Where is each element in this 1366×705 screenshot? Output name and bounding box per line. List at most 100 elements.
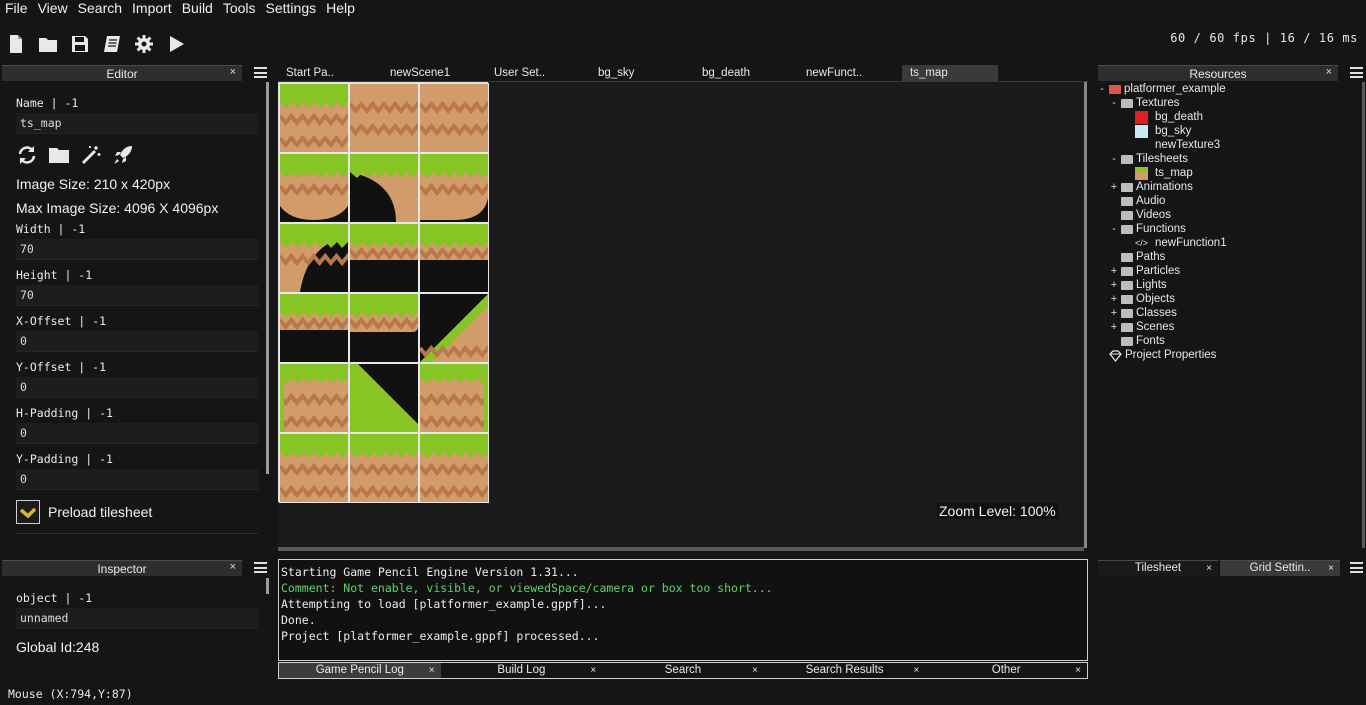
tile-grid[interactable] bbox=[278, 82, 489, 503]
editor-menu-icon[interactable] bbox=[254, 67, 267, 78]
scene-tab[interactable]: Start Pa.. bbox=[278, 65, 382, 81]
inspector-menu-icon[interactable] bbox=[254, 562, 267, 573]
tree-node[interactable]: - platformer_example bbox=[1098, 82, 1225, 96]
tile[interactable] bbox=[349, 223, 419, 293]
tree-node[interactable]: - Textures bbox=[1110, 96, 1179, 110]
tab-grid-settings[interactable]: Grid Settin.. × bbox=[1220, 560, 1340, 576]
tile[interactable] bbox=[419, 363, 489, 433]
scene-tab[interactable]: bg_sky bbox=[590, 65, 694, 81]
close-log-tab-icon[interactable]: × bbox=[1075, 663, 1081, 678]
menu-settings[interactable]: Settings bbox=[261, 0, 322, 18]
resources-scrollbar[interactable] bbox=[1362, 82, 1365, 548]
tile[interactable] bbox=[279, 153, 349, 223]
folder-icon[interactable] bbox=[48, 144, 70, 166]
tile[interactable] bbox=[349, 153, 419, 223]
tree-node[interactable]: Project Properties bbox=[1098, 348, 1216, 362]
scene-tab[interactable]: ts_map bbox=[902, 65, 998, 81]
play-button[interactable] bbox=[160, 30, 192, 58]
tree-node[interactable]: </> newFunction1 bbox=[1124, 236, 1227, 250]
close-resources-icon[interactable]: × bbox=[1326, 66, 1332, 78]
tree-node[interactable]: + Scenes bbox=[1110, 320, 1175, 334]
tree-toggle[interactable]: - bbox=[1110, 97, 1118, 109]
menu-tools[interactable]: Tools bbox=[218, 0, 261, 18]
tree-toggle[interactable]: - bbox=[1098, 83, 1106, 95]
menu-help[interactable]: Help bbox=[321, 0, 360, 18]
width-field[interactable]: 70 bbox=[16, 239, 258, 260]
scene-tab[interactable]: newScene1 bbox=[382, 65, 486, 81]
tile[interactable] bbox=[279, 223, 349, 293]
resources-menu-icon[interactable] bbox=[1350, 67, 1363, 78]
tree-toggle[interactable]: + bbox=[1110, 307, 1118, 319]
tile[interactable] bbox=[279, 83, 349, 153]
magic-wand-icon[interactable] bbox=[80, 144, 102, 166]
menu-build[interactable]: Build bbox=[177, 0, 218, 18]
close-log-tab-icon[interactable]: × bbox=[914, 663, 920, 678]
open-folder-button[interactable] bbox=[32, 30, 64, 58]
tree-node[interactable]: ts_map bbox=[1124, 166, 1193, 180]
new-file-button[interactable] bbox=[0, 30, 32, 58]
x-offset-field[interactable]: 0 bbox=[16, 331, 258, 352]
tree-node[interactable]: bg_death bbox=[1124, 110, 1203, 124]
tree-node[interactable]: Audio bbox=[1110, 194, 1165, 208]
menu-import[interactable]: Import bbox=[127, 0, 177, 18]
tree-toggle[interactable]: + bbox=[1110, 321, 1118, 333]
tile[interactable] bbox=[419, 293, 489, 363]
log-tab[interactable]: Build Log × bbox=[441, 663, 603, 678]
menu-file[interactable]: File bbox=[0, 0, 33, 18]
tile[interactable] bbox=[349, 363, 419, 433]
tree-node[interactable]: + Lights bbox=[1110, 278, 1167, 292]
tile[interactable] bbox=[279, 363, 349, 433]
settings-button[interactable] bbox=[128, 30, 160, 58]
tile[interactable] bbox=[419, 223, 489, 293]
tab-tilesheet[interactable]: Tilesheet × bbox=[1098, 560, 1218, 576]
tile[interactable] bbox=[349, 293, 419, 363]
tile[interactable] bbox=[419, 433, 489, 503]
object-field[interactable]: unnamed bbox=[16, 608, 258, 629]
tree-node[interactable]: + Particles bbox=[1110, 264, 1180, 278]
close-log-tab-icon[interactable]: × bbox=[429, 663, 435, 678]
preload-checkbox[interactable] bbox=[16, 500, 40, 524]
refresh-icon[interactable] bbox=[16, 144, 38, 166]
height-field[interactable]: 70 bbox=[16, 285, 258, 306]
tree-node[interactable]: + Objects bbox=[1110, 292, 1175, 306]
close-inspector-icon[interactable]: × bbox=[230, 561, 236, 573]
tree-node[interactable]: - Functions bbox=[1110, 222, 1186, 236]
tree-toggle[interactable]: + bbox=[1110, 279, 1118, 291]
tree-toggle[interactable]: + bbox=[1110, 293, 1118, 305]
tree-node[interactable]: Videos bbox=[1110, 208, 1171, 222]
tile[interactable] bbox=[349, 433, 419, 503]
close-editor-icon[interactable]: × bbox=[230, 66, 236, 78]
canvas-horizontal-scrollbar[interactable] bbox=[278, 547, 1084, 551]
close-grid-settings-tab-icon[interactable]: × bbox=[1328, 561, 1334, 576]
tile[interactable] bbox=[279, 433, 349, 503]
log-tab[interactable]: Game Pencil Log × bbox=[279, 663, 441, 678]
rocket-icon[interactable] bbox=[112, 144, 134, 166]
log-tab[interactable]: Search Results × bbox=[764, 663, 926, 678]
tree-node[interactable]: + Classes bbox=[1110, 306, 1177, 320]
tree-node[interactable]: newTexture3 bbox=[1124, 138, 1220, 152]
bottom-right-menu-icon[interactable] bbox=[1350, 562, 1363, 573]
log-tab[interactable]: Other × bbox=[925, 663, 1087, 678]
scene-tab[interactable]: User Set.. bbox=[486, 65, 590, 81]
tree-node[interactable]: - Tilesheets bbox=[1110, 152, 1188, 166]
y-padding-field[interactable]: 0 bbox=[16, 469, 258, 490]
tile[interactable] bbox=[279, 293, 349, 363]
inspector-scrollbar[interactable] bbox=[266, 578, 269, 594]
tree-toggle[interactable]: + bbox=[1110, 181, 1118, 193]
tree-node[interactable]: + Animations bbox=[1110, 180, 1193, 194]
close-log-tab-icon[interactable]: × bbox=[590, 663, 596, 678]
menu-search[interactable]: Search bbox=[73, 0, 127, 18]
save-button[interactable] bbox=[64, 30, 96, 58]
scene-tab[interactable]: newFunct.. bbox=[798, 65, 902, 81]
scene-tab[interactable]: bg_death bbox=[694, 65, 798, 81]
tree-node[interactable]: Paths bbox=[1110, 250, 1165, 264]
docs-button[interactable] bbox=[96, 30, 128, 58]
tree-node[interactable]: bg_sky bbox=[1124, 124, 1191, 138]
canvas-vertical-scrollbar[interactable] bbox=[1084, 82, 1087, 548]
editor-scrollbar[interactable] bbox=[266, 82, 269, 474]
tile[interactable] bbox=[349, 83, 419, 153]
y-offset-field[interactable]: 0 bbox=[16, 377, 258, 398]
name-field[interactable]: ts_map bbox=[16, 113, 258, 134]
close-log-tab-icon[interactable]: × bbox=[752, 663, 758, 678]
menu-view[interactable]: View bbox=[33, 0, 73, 18]
